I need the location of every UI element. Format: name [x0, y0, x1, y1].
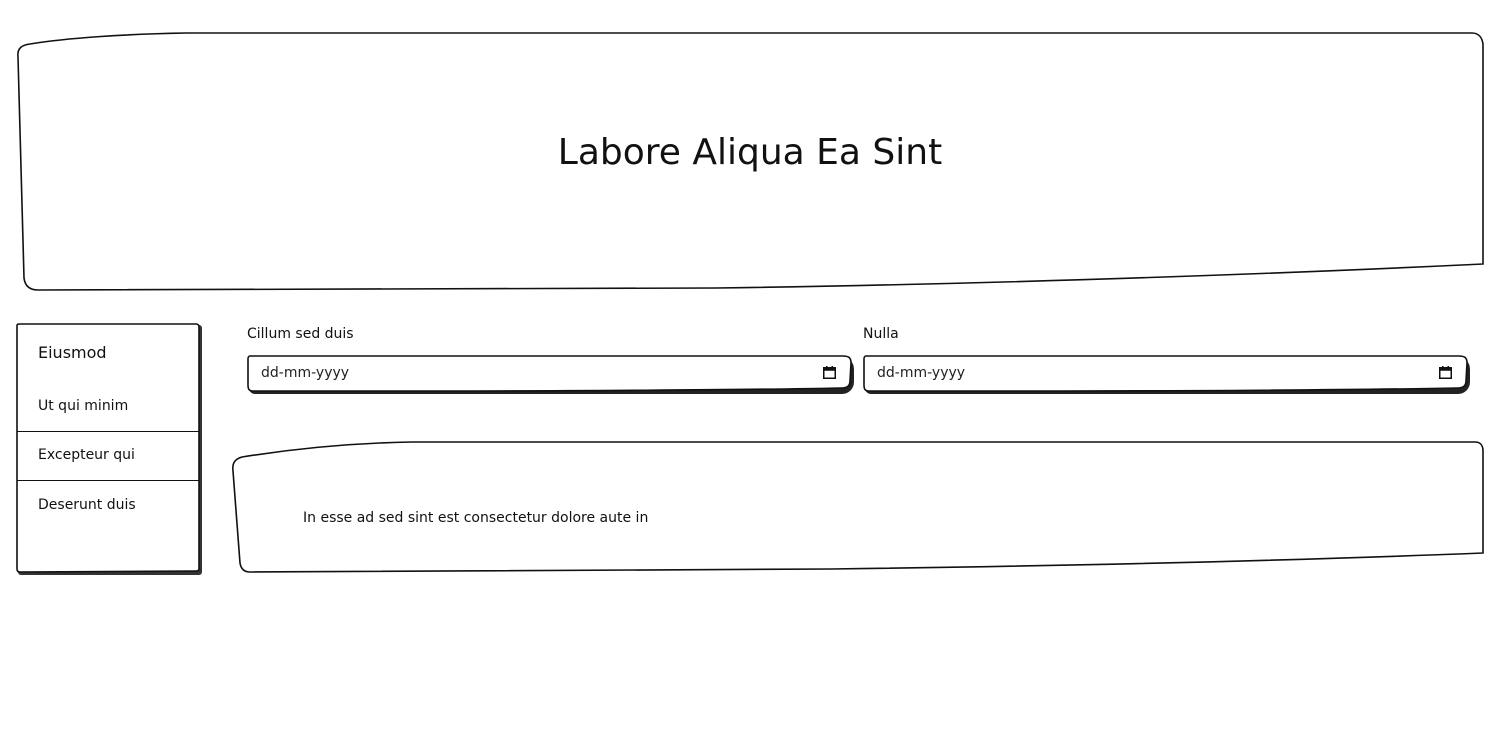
calendar-icon[interactable] — [1439, 366, 1452, 379]
sidebar-item-excepteur-qui[interactable]: Excepteur qui — [16, 431, 198, 480]
date-field-2-placeholder: dd-mm-yyyy — [877, 365, 966, 381]
date-field-1-placeholder: dd-mm-yyyy — [261, 365, 350, 381]
page-title: Labore Aliqua Ea Sint — [557, 132, 943, 173]
date-field-2[interactable]: dd-mm-yyyy — [863, 355, 1470, 394]
sidebar-heading: Eiusmod — [38, 343, 107, 362]
date-field-1-label: Cillum sed duis — [247, 326, 354, 342]
header-banner: Labore Aliqua Ea Sint — [16, 32, 1484, 292]
date-field-1[interactable]: dd-mm-yyyy — [247, 355, 854, 394]
content-card-border — [232, 441, 1484, 573]
sidebar: Eiusmod Ut qui minim Excepteur qui Deser… — [16, 323, 202, 575]
content-card: In esse ad sed sint est consectetur dolo… — [232, 441, 1484, 573]
sidebar-item-deserunt-duis[interactable]: Deserunt duis — [16, 481, 198, 530]
date-field-2-label: Nulla — [863, 326, 899, 342]
calendar-icon[interactable] — [823, 366, 836, 379]
content-text: In esse ad sed sint est consectetur dolo… — [303, 510, 649, 526]
sidebar-item-ut-qui-minim[interactable]: Ut qui minim — [16, 382, 198, 431]
